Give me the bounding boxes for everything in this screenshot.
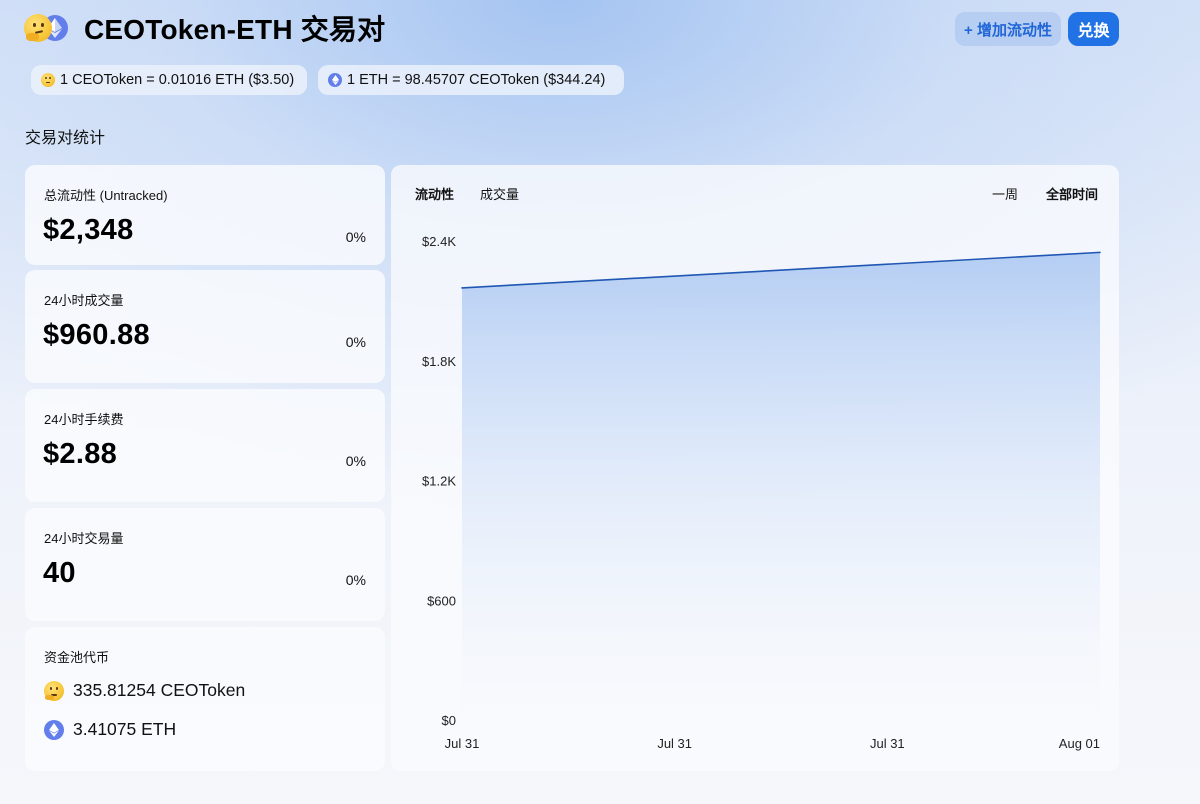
stat-card-volume: 24小时成交量 $960.88 0% <box>25 270 385 383</box>
y-tick-label: $1.2K <box>422 474 456 489</box>
pool-token-row[interactable]: 3.41075 ETH <box>44 719 176 740</box>
stat-change: 0% <box>345 453 366 469</box>
eth-icon <box>44 719 64 740</box>
pool-label: 资金池代币 <box>44 650 110 665</box>
rate-pill-ceotoken[interactable]: 1 CEOToken = 0.01016 ETH ($3.50) <box>31 65 307 95</box>
swap-button[interactable]: 兑换 <box>1068 12 1119 46</box>
stat-card-liquidity: 总流动性 (Untracked) $2,348 0% <box>25 165 385 265</box>
x-tick-label: Jul 31 <box>870 736 905 751</box>
y-tick-label: $1.8K <box>422 354 456 369</box>
y-tick-label: $2.4K <box>422 234 456 249</box>
x-tick-label: Jul 31 <box>657 736 692 751</box>
stat-change: 0% <box>345 572 366 588</box>
stat-label: 总流动性 (Untracked) <box>44 188 168 203</box>
rate-pill-eth[interactable]: 1 ETH = 98.45707 CEOToken ($344.24) <box>318 65 624 95</box>
stat-change: 0% <box>345 229 366 245</box>
stat-change: 0% <box>345 334 366 350</box>
stat-value: $2.88 <box>43 438 118 470</box>
thinking-face-icon <box>44 680 64 701</box>
pool-token-amount: 3.41075 ETH <box>73 719 177 739</box>
page-title: CEOToken-ETH 交易对 <box>84 14 386 45</box>
pair-token-icons <box>24 12 72 44</box>
y-tick-label: $0 <box>442 713 456 728</box>
rate-text: 1 ETH = 98.45707 CEOToken ($344.24) <box>347 72 606 88</box>
add-liquidity-button[interactable]: + 增加流动性 <box>955 12 1061 46</box>
data-point <box>461 287 463 289</box>
stat-label: 24小时手续费 <box>44 412 124 427</box>
thinking-face-icon <box>41 73 55 87</box>
eth-icon <box>328 73 342 87</box>
liquidity-chart[interactable]: $2.4K $1.8K $1.2K $600 $0 Jul 31 Jul 31 Jul 31 A… <box>391 165 1119 771</box>
chart-panel: 流动性 成交量 一周 全部时间 $2.4K $1.8K $1.2K $600 $0 Jul… <box>391 165 1119 771</box>
liquidity-area <box>462 252 1100 721</box>
y-tick-label: $600 <box>427 593 456 608</box>
rate-text: 1 CEOToken = 0.01016 ETH ($3.50) <box>60 72 295 88</box>
stat-value: 40 <box>43 557 76 589</box>
thinking-face-icon <box>24 14 52 42</box>
pool-token-row[interactable]: 335.81254 CEOToken <box>44 680 245 701</box>
stat-label: 24小时交易量 <box>44 531 124 546</box>
stat-card-transactions: 24小时交易量 40 0% <box>25 508 385 621</box>
pool-tokens-card: 资金池代币 335.81254 CEOToken 3.41075 ETH <box>25 627 385 771</box>
stat-value: $960.88 <box>43 319 150 351</box>
x-tick-label: Jul 31 <box>445 736 480 751</box>
pool-token-amount: 335.81254 CEOToken <box>73 680 246 700</box>
data-point <box>1099 251 1101 254</box>
section-title: 交易对统计 <box>25 130 106 147</box>
stat-card-fees: 24小时手续费 $2.88 0% <box>25 389 385 502</box>
x-tick-label: Aug 01 <box>1059 736 1100 751</box>
stat-value: $2,348 <box>43 214 134 246</box>
stat-label: 24小时成交量 <box>44 293 124 308</box>
